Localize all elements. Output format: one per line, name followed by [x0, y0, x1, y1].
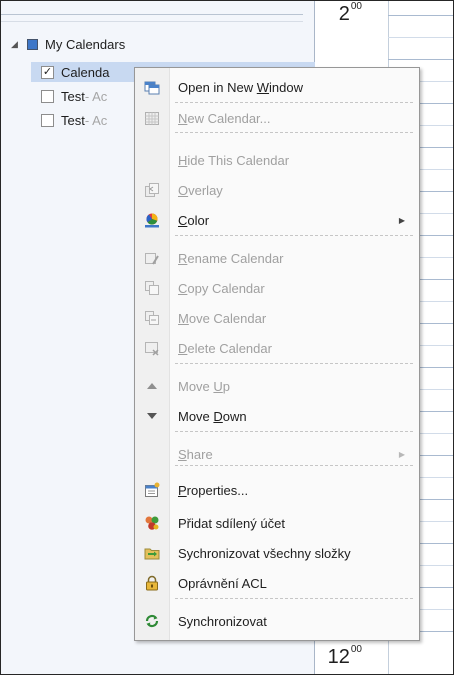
menu-item-move-up: Move Up	[135, 372, 419, 400]
menu-item-label: Move Up	[178, 378, 231, 394]
menu-item-color[interactable]: Color ▶	[135, 206, 419, 234]
menu-item-overlay: Overlay	[135, 176, 419, 204]
menu-separator	[175, 132, 413, 133]
submenu-arrow-icon: ▶	[398, 449, 405, 459]
menu-item-label: Properties...	[178, 482, 249, 498]
menu-item-label: Move Calendar	[178, 310, 267, 326]
properties-icon	[144, 482, 160, 498]
time-slot-line	[388, 37, 453, 38]
calendar-account-suffix: - Ac	[84, 112, 108, 128]
new-window-icon	[144, 79, 160, 95]
calendar-label: Test	[61, 112, 85, 128]
menu-item-label: Přidat sdílený účet	[178, 515, 285, 531]
menu-item-label: Delete Calendar	[178, 340, 272, 356]
arrow-up-icon	[144, 378, 160, 394]
menu-item-copy: Copy Calendar	[135, 274, 419, 302]
group-label: My Calendars	[45, 36, 126, 52]
menu-item-acl[interactable]: Oprávnění ACL	[135, 569, 419, 597]
arrow-down-icon	[144, 408, 160, 424]
menu-item-label: Share	[178, 446, 213, 462]
menu-separator	[175, 465, 413, 466]
menu-item-move-down[interactable]: Move Down	[135, 402, 419, 430]
calendar-item-test[interactable]: Test - Ac	[41, 110, 107, 130]
hour-label-bottom: 1200	[327, 644, 362, 668]
menu-separator	[175, 598, 413, 599]
menu-item-label: Open in New Window	[178, 79, 304, 95]
menu-item-label: Sychronizovat všechny složky	[178, 545, 351, 561]
menu-item-sync-all[interactable]: Sychronizovat všechny složky	[135, 539, 419, 567]
calendar-account-suffix: - Ac	[84, 88, 108, 104]
menu-item-properties[interactable]: Properties...	[135, 476, 419, 504]
menu-item-new-calendar: New Calendar...	[135, 104, 419, 132]
color-palette-icon	[144, 212, 160, 228]
hour-label-top: 200	[338, 1, 362, 25]
menu-item-label: Oprávnění ACL	[178, 575, 267, 591]
calendar-checkbox[interactable]	[41, 89, 54, 103]
menu-item-label: Hide This Calendar	[178, 152, 290, 168]
menu-item-add-shared[interactable]: Přidat sdílený účet	[135, 509, 419, 537]
menu-item-rename: Rename Calendar	[135, 244, 419, 272]
sync-icon	[144, 613, 160, 629]
menu-item-move: Move Calendar	[135, 304, 419, 332]
delete-icon	[144, 340, 160, 356]
calendar-context-menu: Open in New Window New Calendar... Hide Th…	[134, 67, 420, 641]
copy-icon	[144, 280, 160, 296]
submenu-arrow-icon: ▶	[398, 215, 405, 225]
lock-icon	[144, 575, 160, 591]
overlay-icon	[144, 182, 160, 198]
calendar-group-header[interactable]: ◢ My Calendars	[11, 34, 125, 54]
menu-item-sync[interactable]: Synchronizovat	[135, 607, 419, 635]
menu-separator	[175, 235, 413, 236]
calendar-checkbox[interactable]	[41, 113, 54, 127]
menu-item-hide-calendar: Hide This Calendar	[135, 146, 419, 174]
menu-separator	[175, 431, 413, 432]
menu-item-label: Copy Calendar	[178, 280, 265, 296]
calendar-label: Test	[61, 88, 85, 104]
group-checkbox[interactable]	[27, 38, 38, 50]
rename-icon	[144, 250, 160, 266]
collapse-triangle-icon[interactable]: ◢	[11, 39, 23, 50]
time-slot-line	[388, 15, 453, 16]
menu-item-open-new-window[interactable]: Open in New Window	[135, 73, 419, 101]
time-slot-line	[388, 59, 453, 60]
menu-item-label: Color	[178, 212, 210, 228]
calendar-grid-icon	[144, 110, 160, 126]
menu-item-label: Move Down	[178, 408, 247, 424]
move-icon	[144, 310, 160, 326]
menu-item-share: Share ▶	[135, 440, 419, 468]
menu-item-label: Overlay	[178, 182, 223, 198]
calendar-label: Calenda	[61, 64, 110, 80]
menu-separator	[175, 102, 413, 103]
pane-divider[interactable]	[1, 14, 303, 22]
menu-item-label: Rename Calendar	[178, 250, 284, 266]
menu-item-delete: Delete Calendar	[135, 334, 419, 362]
calendar-item-test[interactable]: Test - Ac	[41, 86, 107, 106]
shared-account-icon	[144, 515, 160, 531]
menu-item-label: New Calendar...	[178, 110, 271, 126]
menu-item-label: Synchronizovat	[178, 613, 267, 629]
menu-separator	[175, 363, 413, 364]
sync-folders-icon	[144, 545, 160, 561]
calendar-checkbox[interactable]: ✓	[41, 65, 54, 79]
